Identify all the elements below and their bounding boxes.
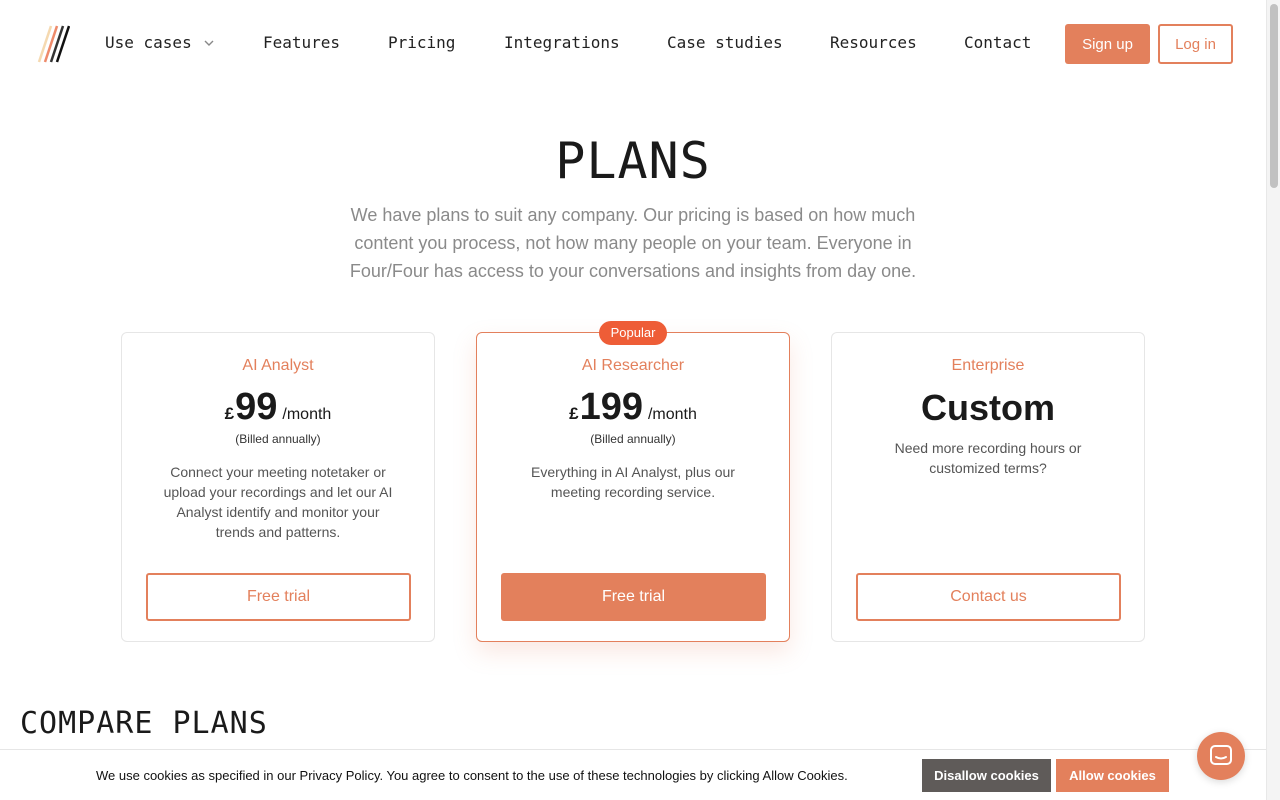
custom-price: Custom (921, 387, 1055, 428)
chat-bubble-icon (1210, 745, 1232, 765)
price-period: /month (647, 406, 697, 423)
allow-cookies-button[interactable]: Allow cookies (1056, 759, 1169, 792)
login-button[interactable]: Log in (1158, 24, 1233, 64)
ai-analyst-free-trial-button[interactable]: Free trial (146, 573, 411, 621)
plan-card-ai-analyst: AI Analyst £ 99 /month (Billed annually)… (121, 332, 435, 642)
cookie-banner: We use cookies as specified in our Priva… (0, 749, 1266, 800)
popular-badge: Popular (599, 321, 667, 345)
plan-name: AI Analyst (242, 357, 314, 374)
page-scrollbar[interactable] (1266, 0, 1280, 800)
plan-description: Everything in AI Analyst, plus our meeti… (531, 464, 735, 500)
price-amount: 99 (235, 386, 278, 428)
plan-name: Enterprise (951, 357, 1025, 374)
plan-description: Need more recording hours or customized … (894, 440, 1082, 476)
price-currency: £ (569, 404, 579, 423)
compare-plans-heading: COMPARE PLANS (20, 706, 268, 741)
page-title: PLANS (555, 132, 711, 190)
price-currency: £ (224, 404, 235, 423)
nav-use-cases-label: Use cases (105, 33, 192, 52)
cookie-text: We use cookies as specified in our Priva… (96, 768, 848, 783)
site-header: Use cases Features Pricing Integrations … (0, 0, 1266, 88)
nav-pricing[interactable]: Pricing (388, 33, 455, 52)
chevron-down-icon (204, 40, 214, 46)
nav-case-studies[interactable]: Case studies (667, 33, 783, 52)
ai-researcher-free-trial-button[interactable]: Free trial (501, 573, 766, 621)
plan-card-ai-researcher: Popular AI Researcher £ 199 /month (Bill… (476, 321, 790, 642)
plan-card-enterprise: Enterprise Custom Need more recording ho… (831, 332, 1145, 642)
billing-note: (Billed annually) (590, 432, 676, 446)
four-four-logo[interactable] (36, 24, 71, 64)
plan-name: AI Researcher (581, 357, 685, 374)
price-amount: 199 (579, 386, 643, 428)
disallow-cookies-button[interactable]: Disallow cookies (922, 759, 1051, 792)
nav-integrations[interactable]: Integrations (504, 33, 620, 52)
nav-contact[interactable]: Contact (964, 33, 1031, 52)
chat-launcher-button[interactable] (1197, 732, 1245, 780)
price-period: /month (282, 406, 332, 423)
plan-price: £ 99 /month (122, 385, 434, 429)
plan-price: £ 199 /month (477, 385, 789, 429)
nav-resources[interactable]: Resources (830, 33, 917, 52)
signup-button[interactable]: Sign up (1065, 24, 1150, 64)
nav-use-cases[interactable]: Use cases (105, 33, 214, 52)
nav-features[interactable]: Features (263, 33, 340, 52)
contact-us-button[interactable]: Contact us (856, 573, 1121, 621)
scrollbar-thumb[interactable] (1270, 4, 1278, 188)
page-subtitle: We have plans to suit any company. Our p… (349, 205, 917, 281)
billing-note: (Billed annually) (235, 432, 321, 446)
plan-description: Connect your meeting notetaker or upload… (163, 464, 393, 540)
